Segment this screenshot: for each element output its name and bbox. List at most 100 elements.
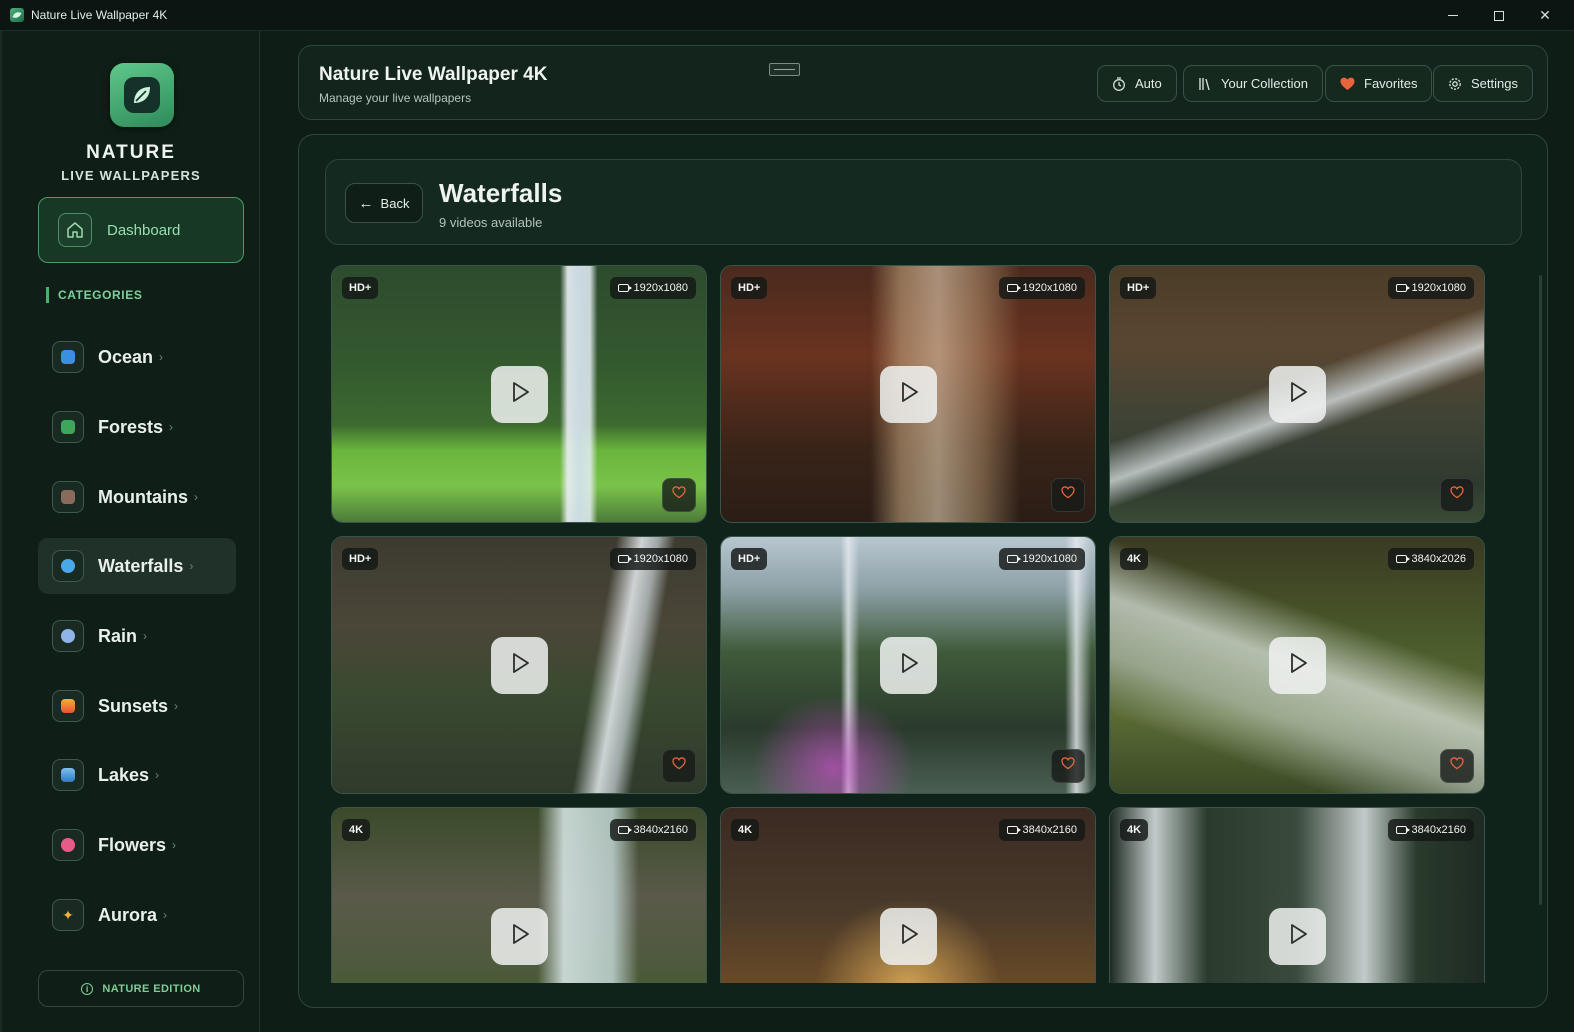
arrow-left-icon: ← bbox=[358, 194, 374, 212]
play-button[interactable] bbox=[491, 908, 548, 965]
sidebar-item-forests[interactable]: Forests › bbox=[38, 399, 236, 455]
play-button[interactable] bbox=[1269, 366, 1326, 423]
chevron-right-icon: › bbox=[143, 629, 148, 643]
favorite-button[interactable] bbox=[1440, 749, 1474, 783]
app-leaf-icon bbox=[10, 8, 24, 22]
resolution-label: 3840x2160 bbox=[998, 819, 1085, 841]
camera-icon bbox=[617, 826, 632, 834]
wave-icon bbox=[52, 341, 84, 373]
sidebar-item-aurora[interactable]: ✦ Aurora › bbox=[38, 887, 236, 943]
play-button[interactable] bbox=[880, 366, 937, 423]
sidebar-item-label: Ocean bbox=[98, 346, 154, 367]
sidebar-item-label: Flowers bbox=[98, 834, 167, 855]
mountain-icon bbox=[52, 481, 84, 513]
sidebar-item-ocean[interactable]: Ocean › bbox=[38, 329, 236, 385]
play-button[interactable] bbox=[880, 908, 937, 965]
video-card[interactable]: 4K 3840x2160 bbox=[720, 807, 1096, 983]
sunset-icon bbox=[52, 690, 84, 722]
leaf-icon bbox=[124, 77, 160, 113]
resolution-text: 3840x2160 bbox=[1411, 824, 1466, 836]
heart-outline-icon bbox=[1061, 486, 1075, 504]
sidebar-item-flowers[interactable]: Flowers › bbox=[38, 817, 236, 873]
sidebar-item-lakes[interactable]: Lakes › bbox=[38, 747, 236, 803]
resolution-label: 1920x1080 bbox=[1387, 277, 1474, 299]
library-icon bbox=[1198, 77, 1212, 91]
page-title: Waterfalls bbox=[439, 178, 563, 208]
scrollbar[interactable] bbox=[1539, 275, 1542, 905]
sidebar-item-sunsets[interactable]: Sunsets › bbox=[38, 678, 236, 734]
favorite-button[interactable] bbox=[662, 478, 696, 512]
sidebar: NATURE LIVE WALLPAPERS Dashboard CATEGOR… bbox=[0, 31, 260, 1032]
resolution-text: 3840x2160 bbox=[1022, 824, 1077, 836]
timer-icon bbox=[1112, 76, 1126, 91]
heart-outline-icon bbox=[1450, 757, 1464, 775]
play-icon bbox=[1287, 381, 1309, 408]
play-button[interactable] bbox=[491, 637, 548, 694]
category-header: ← Back Waterfalls 9 videos available bbox=[325, 159, 1522, 245]
camera-icon bbox=[1006, 284, 1021, 292]
favorite-button[interactable] bbox=[662, 749, 696, 783]
sparkle-icon: ✦ bbox=[52, 899, 84, 931]
minimize-button[interactable] bbox=[1430, 0, 1476, 31]
settings-button[interactable]: Settings bbox=[1433, 65, 1533, 102]
play-button[interactable] bbox=[491, 366, 548, 423]
play-icon bbox=[1287, 652, 1309, 679]
play-button[interactable] bbox=[1269, 908, 1326, 965]
video-card[interactable]: HD+ 1920x1080 bbox=[331, 536, 707, 794]
camera-icon bbox=[617, 284, 632, 292]
chevron-right-icon: › bbox=[159, 350, 164, 364]
header-subtitle: Manage your live wallpapers bbox=[319, 91, 472, 105]
back-button[interactable]: ← Back bbox=[345, 183, 423, 223]
chevron-right-icon: › bbox=[189, 559, 194, 573]
back-label: Back bbox=[380, 195, 410, 211]
chevron-right-icon: › bbox=[169, 420, 174, 434]
camera-icon bbox=[1395, 555, 1410, 563]
video-card[interactable]: 4K 3840x2160 bbox=[1109, 807, 1485, 983]
play-icon bbox=[898, 923, 920, 950]
video-card[interactable]: HD+ 1920x1080 bbox=[720, 536, 1096, 794]
home-icon bbox=[58, 213, 92, 247]
resolution-text: 3840x2160 bbox=[633, 824, 688, 836]
video-card[interactable]: HD+ 1920x1080 bbox=[720, 265, 1096, 523]
maximize-button[interactable] bbox=[1476, 0, 1522, 31]
resolution-text: 1920x1080 bbox=[1022, 282, 1077, 294]
sidebar-item-label: Lakes bbox=[98, 764, 150, 785]
quality-badge: HD+ bbox=[731, 277, 768, 299]
drag-handle[interactable] bbox=[769, 63, 800, 76]
video-card[interactable]: HD+ 1920x1080 bbox=[1109, 265, 1485, 523]
auto-button[interactable]: Auto bbox=[1097, 65, 1177, 102]
video-grid: HD+ 1920x1080 HD+ 1920x1080 HD+ 1920x108… bbox=[331, 265, 1485, 983]
play-icon bbox=[1287, 923, 1309, 950]
play-button[interactable] bbox=[1269, 637, 1326, 694]
close-button[interactable]: ✕ bbox=[1522, 0, 1568, 31]
app-header: Nature Live Wallpaper 4K Manage your liv… bbox=[298, 45, 1548, 120]
play-icon bbox=[509, 381, 531, 408]
collection-label: Your Collection bbox=[1221, 76, 1308, 91]
your-collection-button[interactable]: Your Collection bbox=[1183, 65, 1323, 102]
favorites-button[interactable]: Favorites bbox=[1325, 65, 1433, 102]
favorite-button[interactable] bbox=[1051, 478, 1085, 512]
chevron-right-icon: › bbox=[172, 838, 177, 852]
favorite-button[interactable] bbox=[1440, 478, 1474, 512]
video-card[interactable]: 4K 3840x2160 bbox=[331, 807, 707, 983]
play-button[interactable] bbox=[880, 637, 937, 694]
dashboard-button[interactable]: Dashboard bbox=[38, 197, 244, 263]
sidebar-item-waterfalls[interactable]: Waterfalls › bbox=[38, 538, 236, 594]
video-card[interactable]: HD+ 1920x1080 bbox=[331, 265, 707, 523]
video-count: 9 videos available bbox=[439, 215, 543, 230]
window-titlebar: Nature Live Wallpaper 4K ✕ bbox=[0, 0, 1574, 31]
favorite-button[interactable] bbox=[1051, 749, 1085, 783]
sidebar-item-mountains[interactable]: Mountains › bbox=[38, 469, 236, 525]
resolution-label: 1920x1080 bbox=[998, 548, 1085, 570]
window-title: Nature Live Wallpaper 4K bbox=[31, 8, 168, 22]
video-card[interactable]: 4K 3840x2026 bbox=[1109, 536, 1485, 794]
lake-icon bbox=[52, 759, 84, 791]
edition-badge: i NATURE EDITION bbox=[38, 970, 244, 1007]
quality-badge: 4K bbox=[731, 819, 760, 841]
sidebar-item-label: Aurora bbox=[98, 904, 158, 925]
info-icon: i bbox=[81, 982, 94, 995]
sidebar-item-rain[interactable]: Rain › bbox=[38, 608, 236, 664]
resolution-label: 1920x1080 bbox=[609, 277, 696, 299]
app-logo bbox=[110, 63, 174, 127]
heart-outline-icon bbox=[672, 757, 686, 775]
